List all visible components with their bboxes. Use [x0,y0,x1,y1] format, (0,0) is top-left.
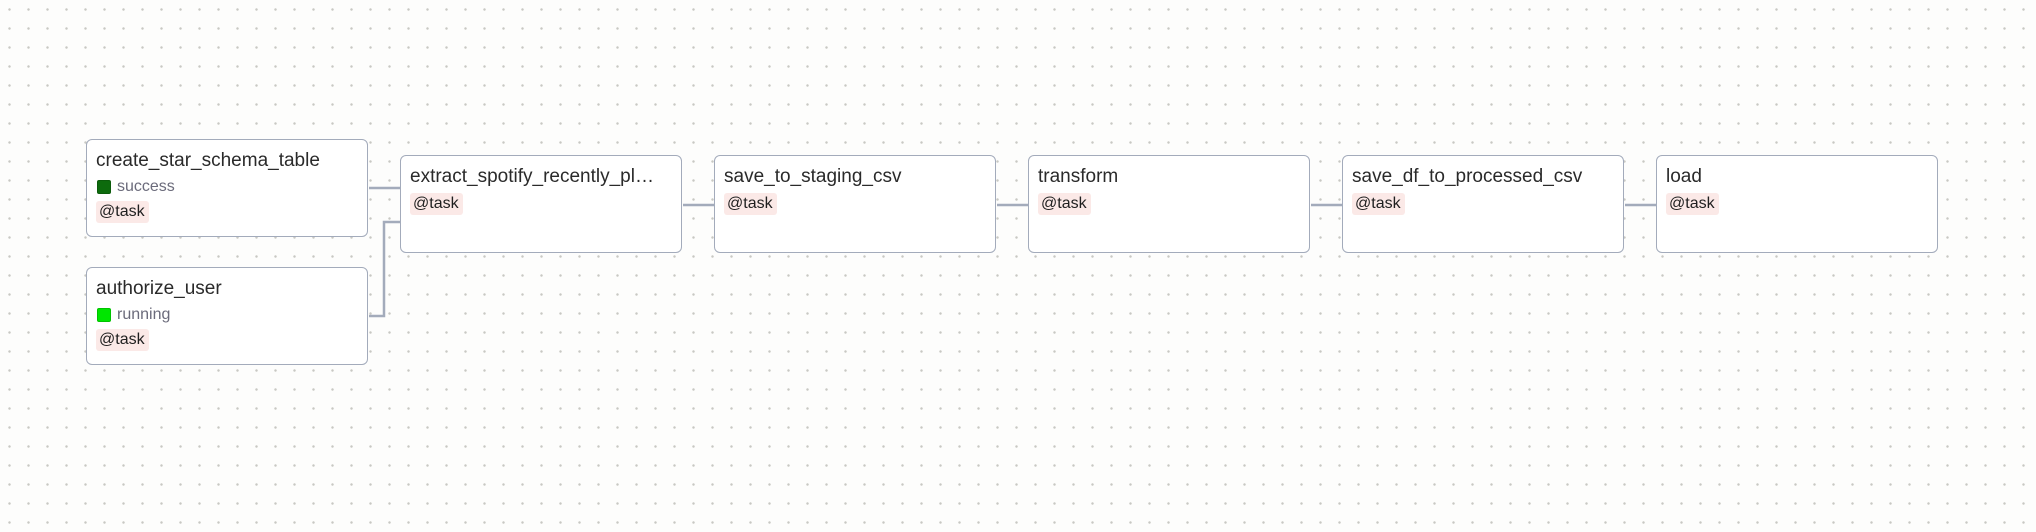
dag-graph-canvas[interactable]: create_star_schema_table success @task a… [0,0,2036,532]
status-text: running [117,306,171,323]
node-title: load [1666,166,1702,187]
node-title: transform [1038,166,1119,187]
node-status: success [96,178,358,196]
node-title: create_star_schema_table [96,150,320,171]
node-load[interactable]: load @task [1656,155,1938,253]
status-text: success [117,178,175,195]
operator-badge: @task [96,201,149,223]
node-title: save_df_to_processed_csv [1352,166,1583,187]
node-save-to-staging-csv[interactable]: save_to_staging_csv @task [714,155,996,253]
operator-badge: @task [410,193,463,215]
status-square-icon [97,308,111,322]
edge-authorize-user-to-extract [369,220,400,318]
node-save-df-to-processed-csv[interactable]: save_df_to_processed_csv @task [1342,155,1624,253]
operator-badge: @task [1038,193,1091,215]
node-transform[interactable]: transform @task [1028,155,1310,253]
node-title: save_to_staging_csv [724,166,902,187]
node-authorize-user[interactable]: authorize_user running @task [86,267,368,365]
operator-badge: @task [96,329,149,351]
operator-badge: @task [1666,193,1719,215]
status-square-icon [97,180,111,194]
node-extract-spotify-recently-played[interactable]: extract_spotify_recently_pl… @task [400,155,682,253]
node-title: extract_spotify_recently_pl… [410,166,654,187]
node-create-star-schema-table[interactable]: create_star_schema_table success @task [86,139,368,237]
operator-badge: @task [724,193,777,215]
dag-edges [369,186,1656,318]
node-status: running [96,306,358,324]
node-title: authorize_user [96,278,222,299]
operator-badge: @task [1352,193,1405,215]
